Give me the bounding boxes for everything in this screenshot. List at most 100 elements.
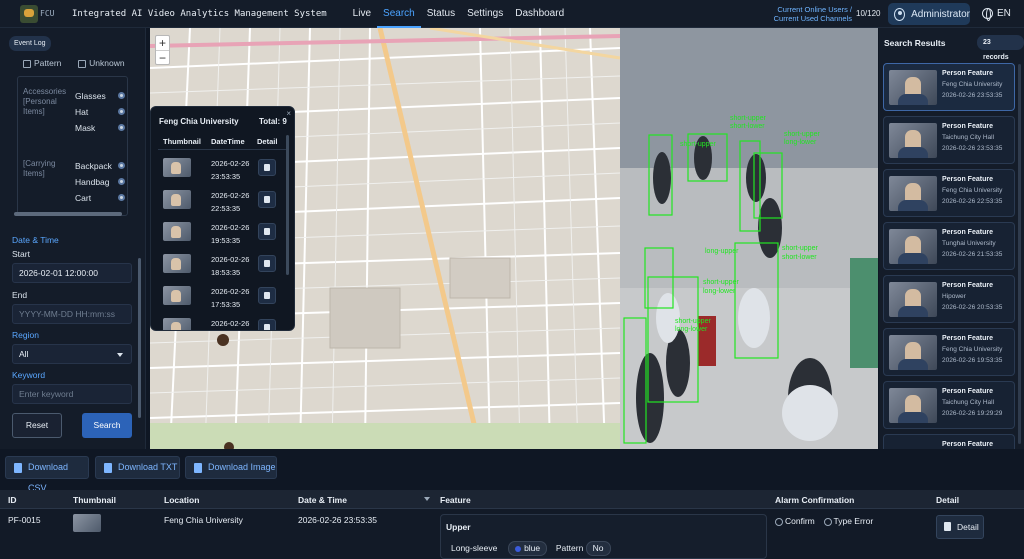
logo-icon — [20, 4, 38, 23]
nav-dashboard[interactable]: Dashboard — [509, 0, 570, 28]
mask-radio[interactable] — [118, 124, 125, 131]
thumbnail-image[interactable] — [163, 286, 191, 305]
carrying-group-label: [Carrying Items] — [23, 159, 55, 179]
glasses-radio[interactable] — [118, 92, 125, 99]
detail-icon[interactable] — [258, 223, 276, 240]
pattern-checkbox[interactable] — [23, 59, 31, 68]
search-button[interactable]: Search — [82, 413, 132, 438]
zoom-out-button[interactable]: − — [156, 51, 169, 65]
unknown-label: Unknown — [89, 58, 125, 68]
row-datetime: 2026-02-26 19:53:35 — [211, 221, 249, 247]
pattern-label: Pattern — [555, 543, 584, 553]
results-scrollbar[interactable] — [1018, 64, 1021, 444]
detail-icon[interactable] — [258, 159, 276, 176]
region-select[interactable]: All — [12, 344, 132, 364]
handbag-radio[interactable] — [118, 178, 125, 185]
user-menu-button[interactable]: Administrator — [888, 3, 970, 25]
feature-values: Long-sleeve blue Pattern No — [451, 541, 611, 556]
panel-scrollbar[interactable] — [138, 258, 141, 418]
download-csv-label: Download CSV — [28, 462, 69, 493]
detection-label: short-lower — [782, 254, 817, 261]
header-detail: Detail — [936, 495, 960, 505]
nav-settings[interactable]: Settings — [461, 0, 509, 28]
confirm-radio[interactable] — [775, 517, 783, 526]
thumbnail-image[interactable] — [163, 158, 191, 177]
online-status-label: Current Online Users / Current Used Chan… — [772, 5, 852, 23]
thumbnail-image[interactable] — [163, 254, 191, 273]
type-error-radio[interactable] — [823, 517, 832, 526]
result-card[interactable]: Person Feature Feng Chia University 2026… — [883, 63, 1015, 111]
download-image-button[interactable]: Download Image — [185, 456, 277, 479]
nav-search[interactable]: Search — [377, 0, 421, 28]
result-card[interactable]: Person Feature Taichung City Hall 2026-0… — [883, 381, 1015, 429]
col-thumbnail: Thumbnail — [163, 137, 201, 146]
result-card[interactable]: Person Feature Feng Chia University 2026… — [883, 169, 1015, 217]
reset-button[interactable]: Reset — [12, 413, 62, 438]
option-hat: Hat — [75, 107, 89, 117]
horizontal-scrollbar[interactable] — [14, 212, 122, 216]
download-txt-button[interactable]: Download TXT — [95, 456, 180, 479]
thumbnail-image[interactable] — [163, 190, 191, 209]
location-popup: × Feng Chia University Total: 9 Thumbnai… — [150, 106, 295, 331]
unknown-checkbox[interactable] — [78, 59, 87, 68]
divider — [158, 149, 288, 150]
row-datetime: 2026-02-26 23:53:35 — [211, 157, 249, 183]
alarm-confirmation-options: Confirm Type Error — [775, 516, 873, 526]
result-thumbnail — [889, 176, 937, 211]
result-card[interactable]: Person Feature Feng Chia University 2026… — [883, 328, 1015, 376]
popup-row: 2026-02-26 17:53:35 — [151, 280, 294, 312]
thumbnail-image[interactable] — [163, 222, 191, 241]
detail-icon[interactable] — [258, 191, 276, 208]
popup-row: 2026-02-26 18:53:35 — [151, 248, 294, 280]
result-card[interactable]: Person Feature Hipower 2026-02-26 20:53:… — [883, 275, 1015, 323]
header-id[interactable]: ID — [8, 495, 17, 505]
hat-radio[interactable] — [118, 108, 125, 115]
nav-live[interactable]: Live — [347, 0, 377, 28]
keyword-input[interactable]: Enter keyword — [12, 384, 132, 404]
start-datetime-input[interactable]: 2026-02-01 12:00:00 — [12, 263, 132, 283]
header-datetime[interactable]: Date & Time — [298, 495, 347, 505]
header-location[interactable]: Location — [164, 495, 199, 505]
download-bar: Download CSV Download TXT Download Image — [0, 449, 1024, 493]
col-detail: Detail — [257, 137, 278, 146]
language-switcher[interactable]: EN — [982, 8, 1011, 21]
detail-icon[interactable] — [258, 287, 276, 304]
cart-radio[interactable] — [118, 194, 125, 201]
row-date: 2026-02-26 — [211, 223, 250, 232]
group-label-line: [Carrying — [23, 159, 56, 168]
end-datetime-input[interactable]: YYYY-MM-DD HH:mm:ss — [12, 304, 132, 324]
sort-icon[interactable] — [424, 497, 430, 501]
results-table: ID Thumbnail Location Date & Time Featur… — [0, 490, 1024, 559]
cell-datetime: 2026-02-26 23:53:35 — [298, 515, 377, 525]
row-date: 2026-02-26 — [211, 191, 250, 200]
zoom-in-button[interactable]: + — [156, 36, 169, 51]
event-log-button[interactable]: Event Log — [9, 36, 51, 51]
result-location: Feng Chia University — [942, 81, 1003, 88]
result-card[interactable]: Person Feature — [883, 434, 1015, 449]
type-error-label: Type Error — [833, 516, 874, 526]
detection-label: short-upper — [680, 141, 716, 148]
backpack-radio[interactable] — [118, 162, 125, 169]
result-datetime: 2026-02-26 20:53:35 — [942, 304, 1003, 311]
result-card[interactable]: Person Feature Tunghai University 2026-0… — [883, 222, 1015, 270]
popup-title: Feng Chia University — [159, 117, 239, 126]
color-swatch — [515, 545, 522, 552]
feature-color: blue — [524, 543, 541, 553]
popup-scrollbar[interactable] — [286, 135, 289, 275]
cell-thumbnail[interactable] — [73, 514, 101, 532]
download-csv-button[interactable]: Download CSV — [5, 456, 89, 493]
result-thumbnail — [889, 282, 937, 317]
detail-button[interactable]: Detail — [936, 515, 984, 539]
detail-icon[interactable] — [258, 319, 276, 330]
download-txt-label: Download TXT — [118, 462, 178, 472]
camera-marker[interactable] — [217, 334, 229, 346]
result-type: Person Feature — [942, 335, 993, 342]
nav-status[interactable]: Status — [421, 0, 461, 28]
thumbnail-image[interactable] — [163, 318, 191, 330]
group-label-line: Accessories — [23, 87, 67, 96]
used-channels-label: Current Used Channels — [773, 14, 852, 23]
result-card[interactable]: Person Feature Taichung City Hall 2026-0… — [883, 116, 1015, 164]
close-icon[interactable]: × — [286, 109, 291, 118]
keyword-label: Keyword — [12, 370, 46, 380]
detail-icon[interactable] — [258, 255, 276, 272]
